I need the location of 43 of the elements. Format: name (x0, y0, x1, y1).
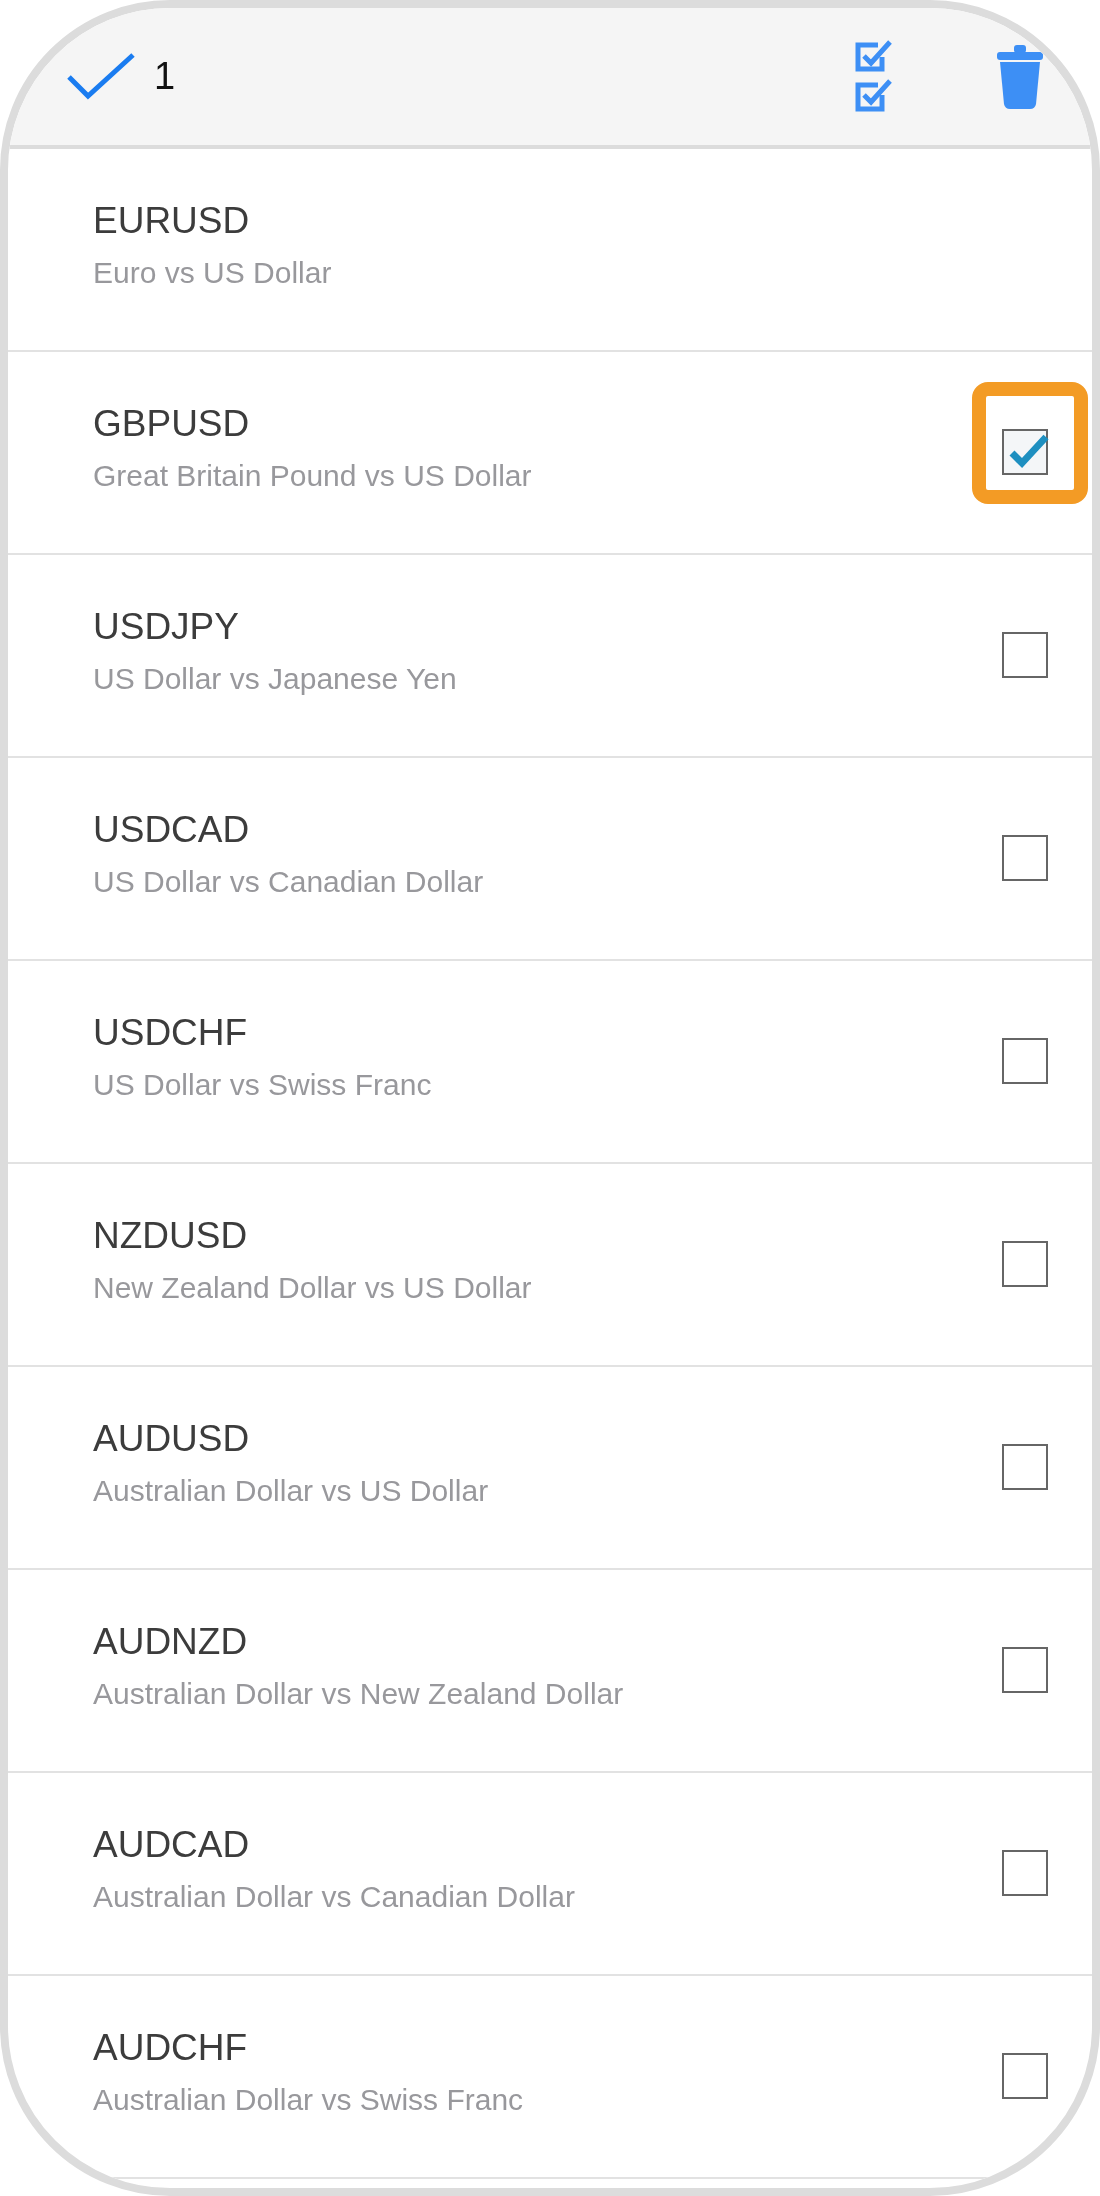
select-all-icon[interactable] (854, 38, 894, 115)
checkbox[interactable] (1002, 1849, 1050, 1898)
symbol-row[interactable]: USDJPY US Dollar vs Japanese Yen (8, 555, 1092, 758)
symbol-name: AUDCHF (93, 2026, 249, 2069)
symbol-row[interactable]: EURUSD Euro vs US Dollar (8, 149, 1092, 352)
symbol-description: US Dollar vs Japanese Yen (93, 661, 458, 696)
symbol-description: US Dollar vs Canadian Dollar (93, 864, 485, 899)
checkbox[interactable] (1002, 2052, 1050, 2101)
symbol-row[interactable]: AUDNZD Australian Dollar vs New Zealand Dollar (8, 1570, 1092, 1773)
checkbox[interactable] (1002, 1443, 1050, 1492)
symbol-name: EURUSD (93, 199, 251, 242)
symbol-description: New Zealand Dollar vs US Dollar (93, 1270, 533, 1305)
symbol-row[interactable]: AUDCHF Australian Dollar vs Swiss Franc (8, 1976, 1092, 2179)
symbol-row[interactable]: AUDCAD Australian Dollar vs Canadian Dollar (8, 1773, 1092, 1976)
symbol-name: GBPUSD (93, 402, 251, 445)
symbol-name: AUDCAD (93, 1823, 251, 1866)
symbol-description: Australian Dollar vs New Zealand Dollar (93, 1676, 625, 1711)
checkbox[interactable] (1002, 834, 1050, 883)
checkbox[interactable] (1002, 1646, 1050, 1695)
checkbox[interactable] (1002, 428, 1050, 477)
symbol-description: Australian Dollar vs Swiss Franc (93, 2082, 525, 2117)
symbol-name: AUDNZD (93, 1620, 249, 1663)
symbol-description: Euro vs US Dollar (93, 255, 333, 290)
symbol-row[interactable]: USDCHF US Dollar vs Swiss Franc (8, 961, 1092, 1164)
symbol-description: Great Britain Pound vs US Dollar (93, 458, 533, 493)
symbol-description: US Dollar vs Swiss Franc (93, 1067, 433, 1102)
selected-count: 1 (154, 55, 176, 98)
symbol-name: USDCAD (93, 808, 251, 851)
symbol-name: USDCHF (93, 1011, 249, 1054)
checkbox[interactable] (1002, 1240, 1050, 1289)
trash-icon[interactable] (996, 43, 1044, 110)
symbol-row[interactable]: NZDUSD New Zealand Dollar vs US Dollar (8, 1164, 1092, 1367)
symbol-row[interactable]: AUDUSD Australian Dollar vs US Dollar (8, 1367, 1092, 1570)
checkbox[interactable] (1002, 631, 1050, 680)
symbol-row[interactable]: GBPUSD Great Britain Pound vs US Dollar (8, 352, 1092, 555)
symbol-row[interactable]: USDCAD US Dollar vs Canadian Dollar (8, 758, 1092, 961)
symbol-name: USDJPY (93, 605, 240, 648)
symbol-name: AUDUSD (93, 1417, 251, 1460)
check-icon[interactable] (66, 51, 136, 102)
symbol-description: Australian Dollar vs US Dollar (93, 1473, 490, 1508)
checkbox[interactable] (1002, 1037, 1050, 1086)
symbol-name: NZDUSD (93, 1214, 249, 1257)
symbol-description: Australian Dollar vs Canadian Dollar (93, 1879, 576, 1914)
